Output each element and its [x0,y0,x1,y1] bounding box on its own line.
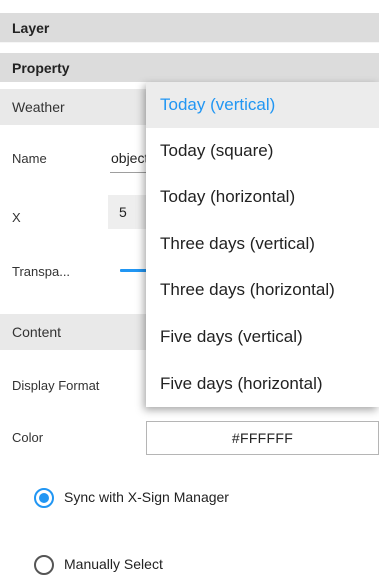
x-input-value: 5 [119,204,127,220]
dropdown-option-label: Three days (vertical) [160,234,315,253]
dropdown-option[interactable]: Five days (horizontal) [146,361,379,407]
dropdown-option-label: Five days (vertical) [160,327,303,346]
layer-header[interactable]: Layer [0,13,379,42]
manual-select-radio[interactable] [34,555,54,575]
dropdown-option-label: Five days (horizontal) [160,374,323,393]
x-label: X [12,210,21,225]
dropdown-option[interactable]: Today (vertical) [146,82,379,128]
name-input[interactable]: object [111,150,151,166]
name-label: Name [12,151,47,166]
dropdown-option[interactable]: Three days (horizontal) [146,267,379,313]
name-input-underline [110,172,150,173]
transparency-label: Transpa... [12,264,71,279]
dropdown-option-label: Three days (horizontal) [160,280,335,299]
dropdown-option[interactable]: Today (horizontal) [146,174,379,220]
color-label: Color [12,430,44,445]
dropdown-option[interactable]: Five days (vertical) [146,314,379,360]
layer-header-label: Layer [12,19,50,36]
dropdown-option-label: Today (square) [160,141,274,160]
property-header-label: Property [12,59,70,76]
dropdown-option-label: Today (vertical) [160,95,276,114]
display-format-label: Display Format [12,378,100,393]
dropdown-option[interactable]: Three days (vertical) [146,221,379,267]
manual-select-label: Manually Select [64,556,163,572]
color-picker-field[interactable]: #FFFFFF [146,421,379,455]
weather-format-dropdown[interactable]: Today (vertical) Today (square) Today (h… [146,82,379,407]
content-header-label: Content [12,324,62,340]
dropdown-option-label: Today (horizontal) [160,187,296,206]
dropdown-option[interactable]: Today (square) [146,128,379,174]
sync-manager-radio[interactable] [34,488,54,508]
color-value: #FFFFFF [231,430,294,446]
weather-header-label: Weather [12,99,65,115]
divider [0,42,379,43]
property-header[interactable]: Property [0,53,379,82]
sync-manager-label: Sync with X-Sign Manager [64,489,229,505]
